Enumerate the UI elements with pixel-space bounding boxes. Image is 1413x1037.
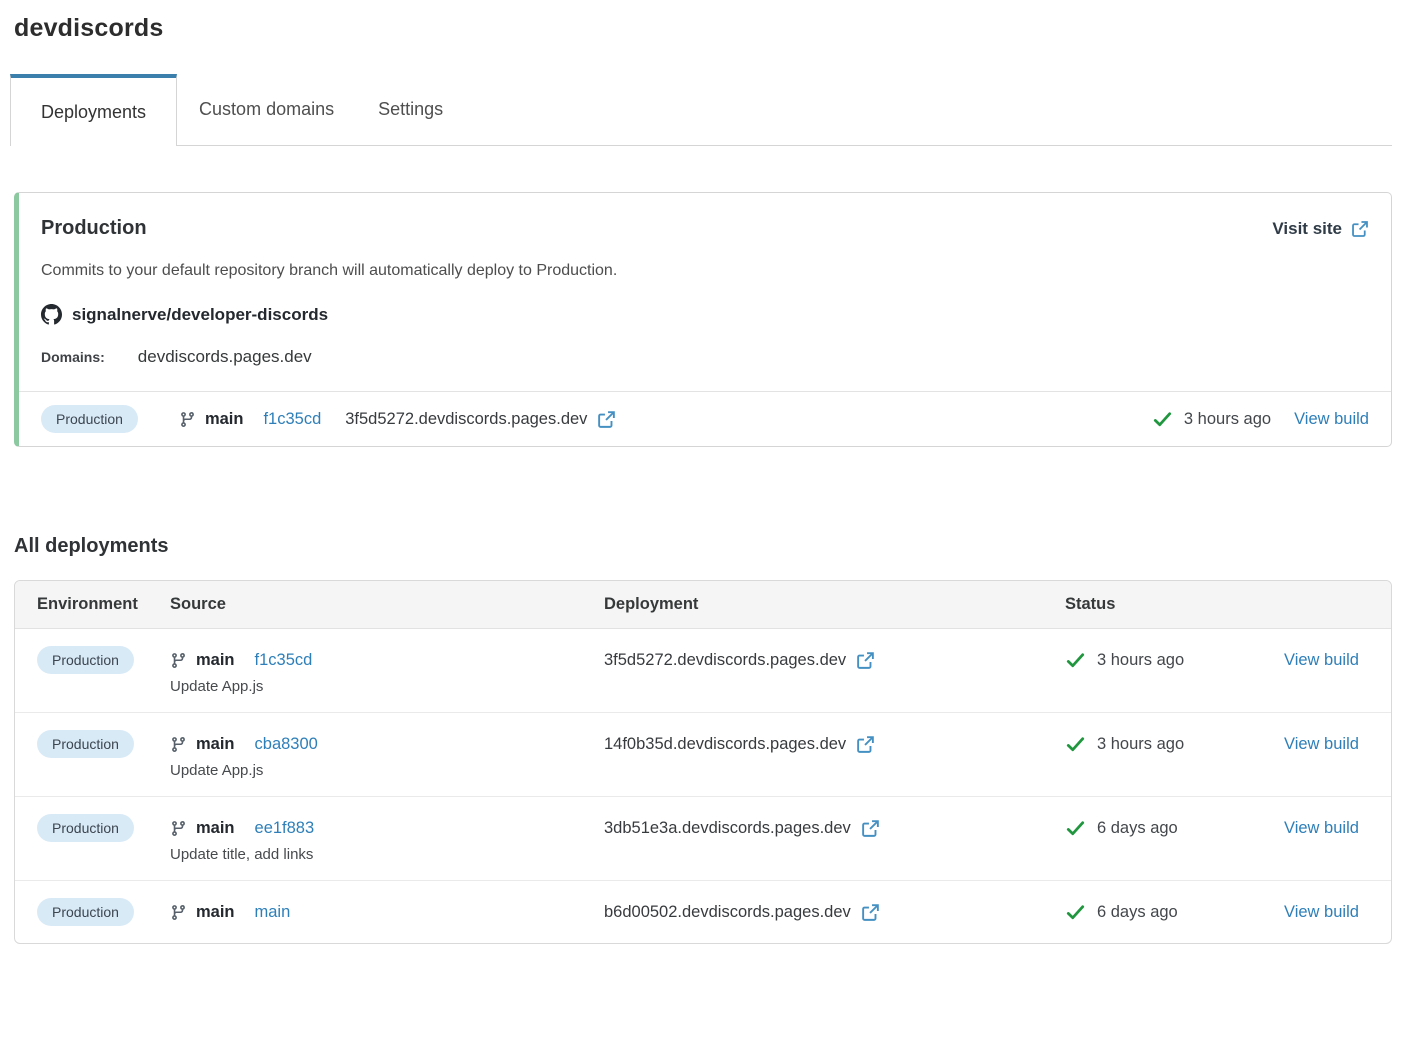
domains-label: Domains:	[41, 349, 105, 365]
git-branch-icon	[170, 652, 187, 669]
tab-bar: Deployments Custom domains Settings	[14, 74, 1392, 146]
external-link-icon	[856, 735, 875, 754]
check-icon	[1065, 650, 1086, 671]
production-card-title: Production	[41, 217, 147, 240]
deployment-url-link[interactable]: 3f5d5272.devdiscords.pages.dev	[604, 651, 875, 670]
external-link-icon	[861, 819, 880, 838]
production-deployment-row: Production main f1c35cd 3f5d5272.devdisc…	[19, 391, 1391, 446]
commit-link[interactable]: f1c35cd	[263, 410, 321, 429]
tab-settings[interactable]: Settings	[356, 74, 465, 145]
table-row: Production main main b6d00502.devdiscord…	[15, 880, 1391, 943]
tab-settings-label: Settings	[378, 99, 443, 120]
environment-badge: Production	[37, 646, 134, 674]
repository-link[interactable]: signalnerve/developer-discords	[72, 305, 328, 325]
view-build-link[interactable]: View build	[1294, 410, 1369, 429]
external-link-icon	[597, 410, 616, 429]
visit-site-label: Visit site	[1272, 219, 1342, 239]
commit-message: Update App.js	[170, 678, 263, 695]
deployment-url-text: 3f5d5272.devdiscords.pages.dev	[604, 651, 846, 670]
view-build-link[interactable]: View build	[1284, 651, 1359, 670]
column-header-source: Source	[170, 595, 604, 614]
column-header-environment: Environment	[37, 595, 170, 614]
deployments-table: Environment Source Deployment Status Pro…	[14, 580, 1392, 944]
status-time: 3 hours ago	[1184, 410, 1271, 429]
environment-badge: Production	[37, 898, 134, 926]
deployment-url-text: 3f5d5272.devdiscords.pages.dev	[345, 410, 587, 429]
git-branch-icon	[170, 736, 187, 753]
tab-deployments[interactable]: Deployments	[10, 74, 177, 146]
branch-name: main	[196, 735, 235, 754]
view-build-link[interactable]: View build	[1284, 735, 1359, 754]
environment-badge: Production	[37, 730, 134, 758]
visit-site-link[interactable]: Visit site	[1272, 219, 1369, 239]
branch-name: main	[205, 410, 244, 429]
deployment-url-text: b6d00502.devdiscords.pages.dev	[604, 903, 851, 922]
github-icon	[41, 304, 62, 325]
status-time: 3 hours ago	[1097, 735, 1184, 754]
git-branch-icon	[170, 904, 187, 921]
production-card-description: Commits to your default repository branc…	[41, 262, 1369, 280]
external-link-icon	[1351, 220, 1369, 238]
commit-message: Update App.js	[170, 762, 263, 779]
tab-custom-domains-label: Custom domains	[199, 99, 334, 120]
branch-name: main	[196, 819, 235, 838]
status-time: 6 days ago	[1097, 903, 1178, 922]
table-row: Production main f1c35cd Update App.js 3f…	[15, 629, 1391, 712]
view-build-link[interactable]: View build	[1284, 819, 1359, 838]
deployment-url-link[interactable]: 3db51e3a.devdiscords.pages.dev	[604, 819, 880, 838]
all-deployments-title: All deployments	[14, 535, 1392, 558]
column-header-deployment: Deployment	[604, 595, 1065, 614]
commit-link[interactable]: ee1f883	[255, 819, 315, 838]
check-icon	[1065, 734, 1086, 755]
deployment-url-text: 3db51e3a.devdiscords.pages.dev	[604, 819, 851, 838]
check-icon	[1152, 409, 1173, 430]
commit-message: Update title, add links	[170, 846, 313, 863]
deployment-url-link[interactable]: b6d00502.devdiscords.pages.dev	[604, 903, 880, 922]
domains-value: devdiscords.pages.dev	[138, 347, 312, 367]
environment-badge: Production	[37, 814, 134, 842]
git-branch-icon	[179, 411, 196, 428]
view-build-link[interactable]: View build	[1284, 903, 1359, 922]
git-branch-icon	[170, 820, 187, 837]
branch-name: main	[196, 903, 235, 922]
deployment-url-link[interactable]: 3f5d5272.devdiscords.pages.dev	[345, 410, 616, 429]
tab-deployments-label: Deployments	[41, 102, 146, 123]
check-icon	[1065, 818, 1086, 839]
production-card: Production Visit site Commits to your de…	[14, 192, 1392, 447]
check-icon	[1065, 902, 1086, 923]
commit-link[interactable]: main	[255, 903, 291, 922]
page-title: devdiscords	[14, 14, 1392, 43]
commit-link[interactable]: f1c35cd	[255, 651, 313, 670]
commit-link[interactable]: cba8300	[255, 735, 318, 754]
column-header-status: Status	[1065, 595, 1284, 614]
status-time: 3 hours ago	[1097, 651, 1184, 670]
table-header-row: Environment Source Deployment Status	[15, 581, 1391, 629]
external-link-icon	[856, 651, 875, 670]
status-time: 6 days ago	[1097, 819, 1178, 838]
environment-badge: Production	[41, 405, 138, 433]
tab-custom-domains[interactable]: Custom domains	[177, 74, 356, 145]
deployment-url-text: 14f0b35d.devdiscords.pages.dev	[604, 735, 846, 754]
branch-name: main	[196, 651, 235, 670]
external-link-icon	[861, 903, 880, 922]
table-row: Production main ee1f883 Update title, ad…	[15, 796, 1391, 880]
table-row: Production main cba8300 Update App.js 14…	[15, 712, 1391, 796]
deployment-url-link[interactable]: 14f0b35d.devdiscords.pages.dev	[604, 735, 875, 754]
